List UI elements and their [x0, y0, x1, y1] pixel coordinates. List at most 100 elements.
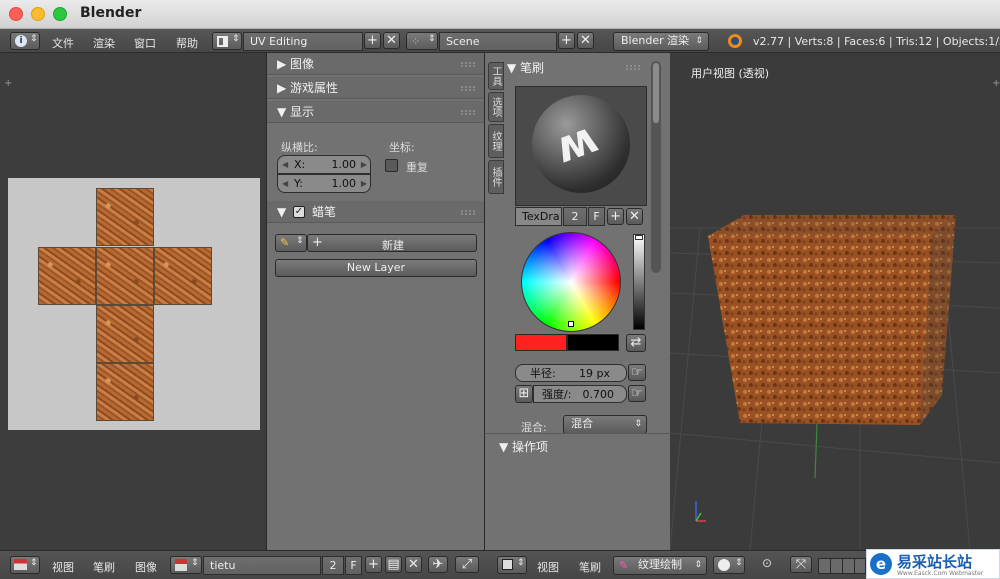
grease-pencil-checkbox[interactable]: ✓ [293, 206, 305, 218]
swap-colors-button[interactable]: ⇄ [626, 334, 646, 352]
operator-panel-header[interactable]: ▼ 操作项 [499, 438, 548, 455]
uv-face[interactable] [38, 247, 96, 305]
remove-layout-button[interactable]: ✕ [383, 32, 400, 49]
increment-arrow-icon[interactable]: ▶ [361, 175, 367, 192]
aspect-x-field[interactable]: ◀ X: 1.00 ▶ [277, 155, 371, 174]
tool-shelf-scrollbar[interactable] [651, 61, 661, 273]
grease-pencil-panel-header[interactable]: ▼ ✓ 蜡笔 [267, 201, 485, 223]
lock-strength-icon[interactable]: ⊞ [515, 385, 533, 403]
uv-menu-image[interactable]: 图像 [135, 559, 157, 575]
manipulator-button[interactable]: ⤧ [790, 556, 812, 573]
tab-slots[interactable]: 纹理 [488, 124, 504, 158]
image-icon [175, 559, 187, 571]
scrollbar-thumb[interactable] [653, 63, 659, 123]
new-layer-button[interactable]: New Layer [275, 259, 477, 277]
uv-menu-view[interactable]: 视图 [52, 559, 74, 575]
decrement-arrow-icon[interactable]: ◀ [282, 175, 288, 192]
uv-face[interactable] [154, 247, 212, 305]
decrement-arrow-icon[interactable]: ◀ [282, 156, 288, 173]
layout-name-field[interactable]: UV Editing [243, 32, 363, 51]
tab-tools[interactable]: 工具 [488, 62, 504, 90]
image-name-field[interactable]: tietu [203, 556, 321, 575]
remove-scene-button[interactable]: ✕ [577, 32, 594, 49]
editor-type-button[interactable]: i ⇕ [10, 32, 40, 50]
expanded-triangle-icon: ▼ [507, 61, 521, 75]
menu-window[interactable]: 窗口 [134, 35, 156, 51]
image-fake-user-toggle[interactable]: F [345, 556, 362, 575]
mode-select[interactable]: ✎ 纹理绘制 ⇕ [613, 556, 707, 575]
render-engine-select[interactable]: Blender 渲染 ⇕ [613, 32, 709, 51]
drag-grip-icon[interactable] [461, 110, 475, 115]
uv-menu-brush[interactable]: 笔刷 [93, 559, 115, 575]
new-grease-pencil-button[interactable]: + 新建 [307, 234, 477, 252]
grease-pencil-data-selector[interactable]: ✎ ⇕ [275, 234, 307, 252]
menu-file[interactable]: 文件 [52, 35, 74, 51]
uv-face[interactable] [96, 305, 154, 363]
view3d-menu-view[interactable]: 视图 [537, 559, 559, 575]
new-image-button[interactable]: + [365, 556, 382, 573]
aspect-y-field[interactable]: ◀ Y: 1.00 ▶ [277, 174, 371, 193]
uv-editor-type-button[interactable]: ⇕ [10, 556, 40, 574]
radius-pressure-button[interactable]: ☞ [628, 364, 646, 381]
remove-brush-button[interactable]: ✕ [626, 208, 643, 225]
pin-image-button[interactable]: ✈ [428, 556, 448, 573]
cube-top-face[interactable] [708, 215, 956, 236]
value-slider[interactable] [633, 234, 645, 330]
primary-color-swatch[interactable] [515, 334, 567, 351]
increment-arrow-icon[interactable]: ▶ [361, 156, 367, 173]
uv-sync-button[interactable]: ⤢ [455, 556, 479, 573]
3d-editor-type-button[interactable]: ⇕ [497, 556, 527, 574]
region-toggle-icon[interactable]: + [4, 78, 12, 89]
game-props-panel-header[interactable]: ▶ 游戏属性 [267, 77, 485, 99]
image-panel-header[interactable]: ▶ 图像 [267, 53, 485, 75]
add-layout-button[interactable]: + [364, 32, 381, 49]
brush-preview[interactable]: ʍ [515, 86, 647, 206]
viewport-shading-select[interactable]: ⇕ [713, 556, 745, 574]
layout-selector-button[interactable]: ⇕ [212, 32, 242, 50]
add-brush-button[interactable]: + [607, 208, 624, 225]
image-user-count[interactable]: 2 [322, 556, 344, 575]
blend-mode-select[interactable]: 混合 ⇕ [563, 415, 647, 434]
menu-render[interactable]: 渲染 [93, 35, 115, 51]
display-panel-header[interactable]: ▼ 显示 [267, 101, 485, 123]
drag-grip-icon[interactable] [461, 86, 475, 91]
open-image-button[interactable]: ▤ [385, 556, 402, 573]
add-scene-button[interactable]: + [558, 32, 575, 49]
uv-face[interactable] [96, 188, 154, 246]
uv-face[interactable] [96, 363, 154, 421]
fake-user-toggle[interactable]: F [588, 207, 605, 226]
scene-selector-button[interactable]: ⁘ ⇕ [406, 32, 438, 50]
image-browse-button[interactable]: ⇕ [170, 556, 202, 574]
radius-field[interactable]: 半径: 19 px [515, 364, 627, 382]
region-toggle-icon[interactable]: + [992, 78, 1000, 89]
brush-panel-header[interactable]: ▼ 笔刷 [507, 59, 544, 76]
value-slider-handle[interactable] [635, 235, 643, 240]
3d-viewport[interactable]: 用户视图 (透视) + [670, 53, 1000, 550]
scene-name-field[interactable]: Scene [439, 32, 557, 51]
color-wheel[interactable] [521, 232, 621, 332]
color-wheel-cursor[interactable] [568, 321, 574, 327]
tab-addons[interactable]: 插件 [488, 160, 504, 194]
maximize-window-button[interactable] [53, 7, 67, 21]
texture-name-field[interactable]: TexDra [515, 207, 562, 226]
repeat-checkbox[interactable] [385, 159, 398, 172]
close-window-button[interactable] [9, 7, 23, 21]
cube-front-face[interactable] [708, 236, 932, 425]
expanded-triangle-icon: ▼ [277, 205, 287, 219]
drag-grip-icon[interactable] [461, 210, 475, 215]
uv-image-canvas[interactable] [8, 178, 260, 430]
tab-options[interactable]: 选项 [488, 92, 504, 122]
user-count-field[interactable]: 2 [563, 207, 587, 226]
minimize-window-button[interactable] [31, 7, 45, 21]
layer-buttons[interactable] [818, 558, 866, 574]
drag-grip-icon[interactable] [461, 62, 475, 67]
uv-face[interactable] [96, 247, 154, 305]
drag-grip-icon[interactable] [626, 65, 640, 70]
pivot-point-icon[interactable]: ⊙ [762, 556, 786, 574]
view3d-menu-brush[interactable]: 笔刷 [579, 559, 601, 575]
strength-field[interactable]: 强度/: 0.700 [533, 385, 627, 403]
unlink-image-button[interactable]: ✕ [405, 556, 422, 573]
secondary-color-swatch[interactable] [567, 334, 619, 351]
strength-pressure-button[interactable]: ☞ [628, 385, 646, 402]
menu-help[interactable]: 帮助 [176, 35, 198, 51]
